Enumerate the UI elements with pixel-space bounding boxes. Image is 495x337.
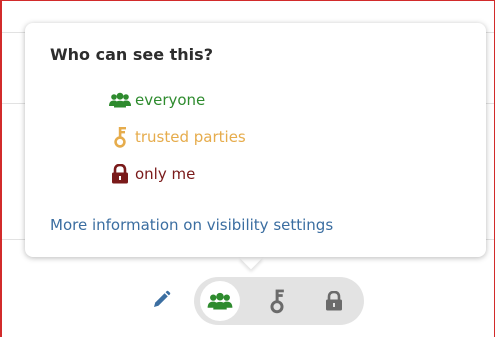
popover-title: Who can see this?: [50, 45, 213, 64]
edit-button[interactable]: [148, 289, 174, 315]
key-icon: [109, 126, 131, 148]
visibility-toolbar: [148, 277, 368, 325]
visibility-option-only-me[interactable]: only me: [109, 162, 246, 186]
visibility-toggle-group: [194, 277, 364, 325]
visibility-popover: Who can see this? everyone trusted parti…: [25, 23, 486, 257]
pencil-icon: [151, 290, 171, 314]
visibility-option-list: everyone trusted parties only me: [109, 88, 246, 199]
group-icon: [207, 292, 233, 310]
option-label-only-me: only me: [135, 165, 196, 183]
option-label-trusted-parties: trusted parties: [135, 128, 246, 146]
visibility-option-trusted-parties[interactable]: trusted parties: [109, 125, 246, 149]
visibility-trusted-button[interactable]: [257, 281, 297, 321]
lock-icon: [325, 291, 343, 311]
key-icon: [269, 288, 285, 314]
visibility-everyone-button[interactable]: [200, 281, 240, 321]
visibility-info-link[interactable]: More information on visibility settings: [50, 216, 333, 234]
lock-icon: [109, 163, 131, 185]
option-label-everyone: everyone: [135, 91, 206, 109]
visibility-only-me-button[interactable]: [314, 281, 354, 321]
group-icon: [109, 89, 131, 111]
visibility-option-everyone[interactable]: everyone: [109, 88, 246, 112]
